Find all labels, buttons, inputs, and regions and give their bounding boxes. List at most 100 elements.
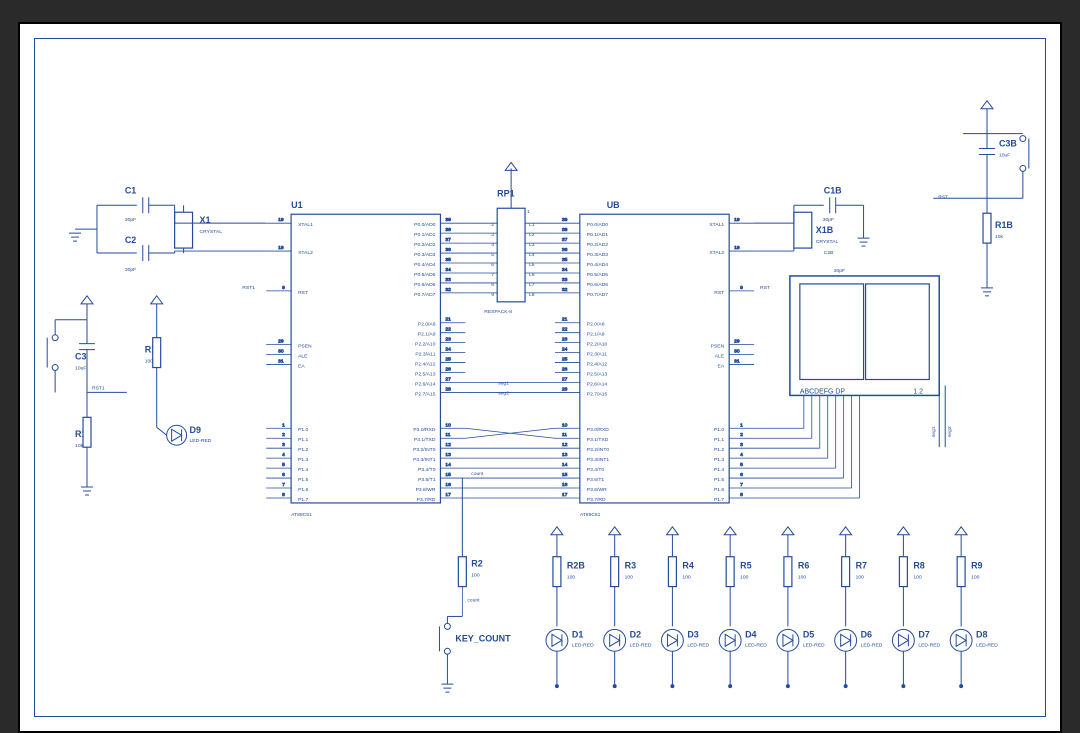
- svg-text:LED-RED: LED-RED: [918, 642, 940, 648]
- svg-text:P0.6/AD6: P0.6/AD6: [414, 282, 436, 288]
- svg-text:13: 13: [445, 452, 451, 458]
- svg-text:10: 10: [445, 422, 451, 428]
- svg-text:P2.4/A12: P2.4/A12: [587, 362, 608, 368]
- svg-text:PSEN: PSEN: [298, 344, 312, 350]
- resistor-r5: R5 100 D4 LED-RED: [719, 527, 767, 688]
- svg-text:22: 22: [562, 327, 568, 333]
- svg-text:P2.5/A13: P2.5/A13: [587, 372, 608, 378]
- svg-text:C2: C2: [125, 235, 136, 245]
- svg-text:30pF: 30pF: [125, 217, 136, 223]
- key-count: R2 100 count KEY_COUNT: [439, 478, 511, 692]
- svg-text:P1.1: P1.1: [298, 437, 308, 443]
- svg-text:10k: 10k: [995, 234, 1004, 240]
- svg-text:P2.1/A9: P2.1/A9: [418, 332, 436, 338]
- svg-text:P0.1/AD1: P0.1/AD1: [414, 232, 436, 238]
- resistor-r6: R6 100 D5 LED-RED: [777, 527, 825, 688]
- svg-text:P1.6: P1.6: [714, 487, 724, 493]
- svg-text:18: 18: [278, 245, 284, 251]
- svg-text:C1B: C1B: [824, 185, 842, 195]
- svg-text:30: 30: [734, 349, 740, 355]
- svg-text:CRYSTAL: CRYSTAL: [816, 239, 839, 245]
- svg-text:P2.4/A12: P2.4/A12: [415, 362, 436, 368]
- svg-text:31: 31: [278, 359, 284, 365]
- svg-text:D7: D7: [918, 629, 929, 639]
- svg-text:P1.2: P1.2: [714, 447, 724, 453]
- svg-text:11: 11: [562, 432, 567, 438]
- svg-text:37: 37: [445, 237, 451, 243]
- svg-text:PSEN: PSEN: [711, 344, 725, 350]
- svg-text:P2.6/A14: P2.6/A14: [587, 381, 608, 387]
- svg-text:100: 100: [913, 575, 922, 581]
- svg-text:seg1: seg1: [931, 426, 937, 437]
- svg-text:12: 12: [562, 442, 568, 448]
- svg-text:LED-RED: LED-RED: [572, 642, 594, 648]
- svg-text:27: 27: [445, 376, 451, 382]
- svg-text:P1.5: P1.5: [714, 477, 724, 483]
- svg-text:P3.2/INT0: P3.2/INT0: [587, 447, 610, 453]
- svg-text:LED-RED: LED-RED: [687, 642, 709, 648]
- svg-text:1: 1: [527, 209, 530, 215]
- svg-text:38: 38: [562, 227, 568, 233]
- svg-text:21: 21: [445, 317, 451, 323]
- svg-text:LED-RED: LED-RED: [190, 438, 212, 444]
- resistor-r7: R7 100 D6 LED-RED: [835, 527, 883, 688]
- svg-text:22: 22: [445, 327, 451, 333]
- svg-text:9: 9: [282, 285, 285, 291]
- svg-text:R2B: R2B: [567, 561, 585, 571]
- svg-text:RST1: RST1: [242, 285, 255, 291]
- svg-text:C3B: C3B: [999, 139, 1017, 149]
- svg-text:D6: D6: [861, 629, 872, 639]
- svg-text:13: 13: [562, 452, 568, 458]
- reset-circuit-u1: C3 10uF R10 100 D9 LED-RED RST1 R1 10k: [47, 285, 255, 495]
- svg-text:EA: EA: [298, 364, 305, 370]
- svg-text:XTAL1: XTAL1: [298, 222, 313, 228]
- svg-text:X1: X1: [200, 215, 211, 225]
- svg-text:P3.3/INT1: P3.3/INT1: [587, 457, 610, 463]
- svg-text:ALE: ALE: [715, 354, 725, 360]
- svg-text:CRYSTAL: CRYSTAL: [200, 229, 223, 235]
- resistor-r2b: R2B 100 D1 LED-RED: [546, 527, 594, 688]
- svg-text:D8: D8: [976, 629, 987, 639]
- svg-text:RP1: RP1: [497, 188, 514, 198]
- svg-text:10uF: 10uF: [999, 152, 1010, 158]
- svg-text:32: 32: [445, 287, 451, 293]
- component-u1: U1 AT89C51 XTAL1 XTAL2 RST PSEN ALE EA P…: [266, 200, 465, 518]
- svg-text:C3: C3: [75, 352, 86, 362]
- svg-text:seg2: seg2: [498, 390, 509, 396]
- ub-type: AT89C51: [580, 512, 601, 518]
- svg-text:P0.7/AD7: P0.7/AD7: [414, 292, 436, 298]
- svg-text:RST: RST: [760, 285, 770, 291]
- svg-text:P2.1/A9: P2.1/A9: [587, 332, 605, 338]
- svg-text:P2.3/A11: P2.3/A11: [587, 352, 607, 358]
- svg-text:P2.2/A10: P2.2/A10: [587, 342, 608, 348]
- svg-text:1: 1: [282, 422, 285, 428]
- svg-text:LED-RED: LED-RED: [803, 642, 825, 648]
- u1-ref: U1: [291, 200, 302, 210]
- svg-text:33: 33: [445, 277, 451, 283]
- svg-text:R1B: R1B: [995, 220, 1013, 230]
- svg-text:2: 2: [740, 432, 743, 438]
- svg-text:R4: R4: [682, 561, 693, 571]
- svg-text:12: 12: [445, 442, 451, 448]
- svg-text:P3.7/RD: P3.7/RD: [587, 497, 606, 503]
- svg-text:R5: R5: [740, 561, 751, 571]
- svg-text:R6: R6: [798, 561, 809, 571]
- svg-text:100: 100: [856, 575, 865, 581]
- svg-text:11: 11: [445, 432, 450, 438]
- svg-text:P2.2/A10: P2.2/A10: [415, 342, 436, 348]
- svg-text:RST: RST: [714, 290, 724, 296]
- svg-text:D2: D2: [630, 629, 641, 639]
- svg-text:100: 100: [145, 359, 154, 365]
- svg-text:14: 14: [445, 462, 451, 468]
- svg-text:P1.4: P1.4: [714, 467, 724, 473]
- svg-text:P1.1: P1.1: [714, 437, 724, 443]
- svg-text:P0.1/AD1: P0.1/AD1: [587, 232, 609, 238]
- svg-text:R2: R2: [471, 559, 482, 569]
- component-ub: UB AT89C51 P0.0/AD0 P0.1/AD1 P0.2/AD2 P0…: [555, 200, 754, 518]
- svg-text:17: 17: [562, 492, 568, 498]
- svg-text:35: 35: [445, 257, 451, 263]
- svg-text:28: 28: [445, 386, 451, 392]
- crystal-osc-ub: C1B 30pF X1B CRYSTAL C2B 30pF: [754, 185, 869, 274]
- svg-text:30pF: 30pF: [834, 268, 845, 274]
- svg-text:26: 26: [445, 367, 451, 373]
